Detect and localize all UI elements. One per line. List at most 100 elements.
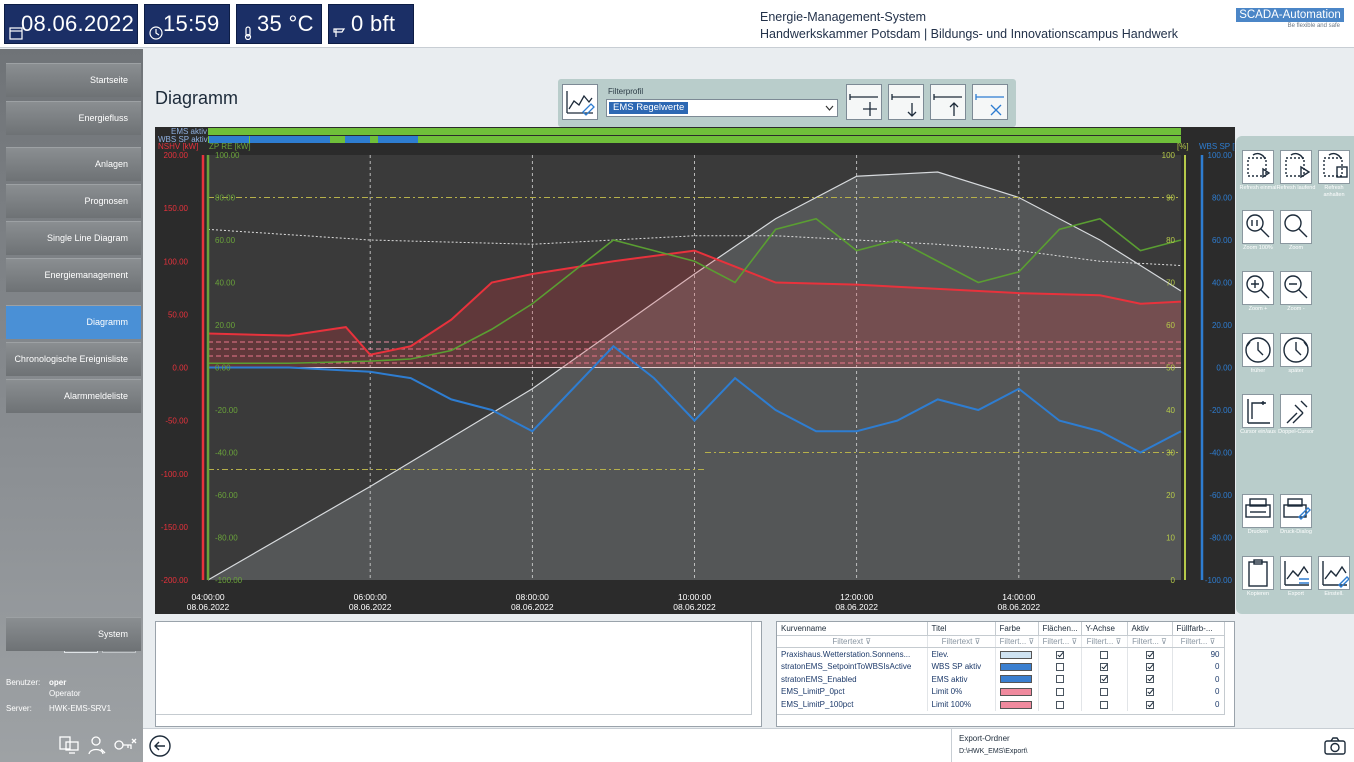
- checkbox[interactable]: [1145, 700, 1154, 709]
- checkbox[interactable]: [1055, 650, 1064, 659]
- sidebar-item-alarmmeldeliste[interactable]: Alarmmeldeliste: [6, 379, 141, 413]
- column-header[interactable]: Titel: [927, 622, 996, 636]
- filter-load-button[interactable]: [930, 84, 966, 120]
- zoom-100-button[interactable]: [1242, 210, 1274, 244]
- settings-button[interactable]: [1318, 556, 1350, 590]
- sidebar-item-system[interactable]: System: [6, 617, 141, 651]
- curve-color[interactable]: [995, 647, 1039, 661]
- color-swatch[interactable]: [999, 650, 1032, 659]
- column-filter[interactable]: Filtert... ⊽: [1038, 635, 1082, 649]
- checkbox[interactable]: [1055, 675, 1064, 684]
- vertical-scrollbar[interactable]: [751, 622, 761, 714]
- color-swatch[interactable]: [999, 700, 1032, 709]
- curve-area-checkbox[interactable]: [1038, 647, 1082, 661]
- checkbox[interactable]: [1100, 700, 1108, 709]
- column-filter[interactable]: Filtert... ⊽: [1172, 635, 1225, 649]
- table-row[interactable]: EMS_LimitP_0pct Limit 0% 0: [777, 685, 1225, 698]
- export-button[interactable]: [1280, 556, 1312, 590]
- filter-icon[interactable]: ⊽: [863, 637, 871, 646]
- sidebar-item-single-line-diagram[interactable]: Single Line Diagram: [6, 221, 141, 255]
- table-row[interactable]: Praxishaus.Wetterstation.Sonnens... Elev.…: [777, 647, 1225, 661]
- color-swatch[interactable]: [999, 662, 1032, 671]
- color-swatch[interactable]: [999, 688, 1032, 697]
- color-swatch[interactable]: [999, 675, 1032, 684]
- column-filter[interactable]: Filtertext ⊽: [927, 635, 996, 649]
- curve-yaxis-checkbox[interactable]: [1081, 685, 1128, 698]
- horizontal-scrollbar[interactable]: [777, 714, 1225, 726]
- earlier-button[interactable]: [1242, 333, 1274, 367]
- zoom-button[interactable]: [1280, 210, 1312, 244]
- curve-active-checkbox[interactable]: [1127, 697, 1173, 711]
- user-icon[interactable]: [86, 734, 108, 756]
- filter-save-button[interactable]: [888, 84, 924, 120]
- sidebar-item-chronologische-ereignisliste[interactable]: Chronologische Ereignisliste: [6, 342, 141, 376]
- sidebar-item-anlagen[interactable]: Anlagen: [6, 147, 141, 181]
- refresh-once-button[interactable]: [1242, 150, 1274, 184]
- column-filter[interactable]: Filtert... ⊽: [995, 635, 1039, 649]
- curve-active-checkbox[interactable]: [1127, 647, 1173, 661]
- table-row[interactable]: stratonEMS_SetpointToWBSIsActive WBS SP a…: [777, 660, 1225, 673]
- cursor-toggle-button[interactable]: [1242, 394, 1274, 428]
- checkbox[interactable]: [1055, 688, 1064, 697]
- filter-delete-button[interactable]: [972, 84, 1008, 120]
- curve-active-checkbox[interactable]: [1127, 672, 1173, 686]
- zoom-out-button[interactable]: [1280, 271, 1312, 305]
- curve-yaxis-checkbox[interactable]: [1081, 647, 1128, 661]
- curve-yaxis-checkbox[interactable]: [1081, 672, 1128, 686]
- print-button[interactable]: [1242, 494, 1274, 528]
- curve-color[interactable]: [995, 660, 1039, 673]
- checkbox[interactable]: [1145, 662, 1154, 671]
- checkbox[interactable]: [1145, 688, 1154, 697]
- column-header[interactable]: Kurvenname: [777, 622, 928, 636]
- filter-icon[interactable]: ⊽: [1207, 637, 1216, 646]
- curve-color[interactable]: [995, 672, 1039, 686]
- refresh-stop-button[interactable]: [1318, 150, 1350, 184]
- column-filter[interactable]: Filtert... ⊽: [1081, 635, 1128, 649]
- curve-yaxis-checkbox[interactable]: [1081, 697, 1128, 711]
- filter-icon[interactable]: ⊽: [972, 637, 981, 646]
- chevron-down-icon[interactable]: [825, 104, 834, 112]
- sidebar-item-prognosen[interactable]: Prognosen: [6, 184, 141, 218]
- curve-color[interactable]: [995, 685, 1039, 698]
- filter-add-button[interactable]: [846, 84, 882, 120]
- curve-area-checkbox[interactable]: [1038, 672, 1082, 686]
- filter-profile-select[interactable]: EMS Regelwerte: [606, 99, 838, 117]
- curve-active-checkbox[interactable]: [1127, 660, 1173, 673]
- column-header[interactable]: Y-Achse: [1081, 622, 1128, 636]
- column-header[interactable]: Farbe: [995, 622, 1039, 636]
- checkbox[interactable]: [1100, 675, 1108, 684]
- column-header[interactable]: Aktiv: [1127, 622, 1173, 636]
- curve-area-checkbox[interactable]: [1038, 660, 1082, 673]
- table-row[interactable]: stratonEMS_Enabled EMS aktiv 0: [777, 672, 1225, 686]
- horizontal-scrollbar[interactable]: [156, 714, 752, 726]
- refresh-running-button[interactable]: [1280, 150, 1312, 184]
- back-arrow-icon[interactable]: [148, 734, 172, 758]
- sidebar-item-diagramm[interactable]: Diagramm: [6, 305, 141, 339]
- curve-area-checkbox[interactable]: [1038, 685, 1082, 698]
- trend-chart-svg[interactable]: EMS aktivWBS SP aktiv04:00:0008.06.20220…: [155, 127, 1235, 614]
- checkbox[interactable]: [1100, 662, 1108, 671]
- curve-area-checkbox[interactable]: [1038, 697, 1082, 711]
- curve-active-checkbox[interactable]: [1127, 685, 1173, 698]
- filter-icon[interactable]: ⊽: [1026, 637, 1034, 646]
- filter-icon[interactable]: ⊽: [1159, 637, 1167, 646]
- double-cursor-button[interactable]: [1280, 394, 1312, 428]
- later-button[interactable]: [1280, 333, 1312, 367]
- checkbox[interactable]: [1055, 700, 1064, 709]
- sidebar-item-energiefluss[interactable]: Energiefluss: [6, 101, 141, 135]
- trend-chart[interactable]: EMS aktiv WBS SP aktiv 04:00:00 08.06.2022 0…: [155, 127, 1235, 614]
- terminal-icon[interactable]: [58, 734, 80, 756]
- filter-icon[interactable]: ⊽: [1113, 637, 1122, 646]
- camera-icon[interactable]: [1324, 737, 1346, 755]
- checkbox[interactable]: [1055, 662, 1064, 671]
- table-row[interactable]: EMS_LimitP_100pct Limit 100% 0: [777, 697, 1225, 711]
- chart-profile-icon[interactable]: [562, 84, 598, 120]
- column-filter[interactable]: Filtertext ⊽: [777, 635, 928, 649]
- checkbox[interactable]: [1145, 675, 1154, 684]
- column-filter[interactable]: Filtert... ⊽: [1127, 635, 1173, 649]
- checkbox[interactable]: [1100, 650, 1108, 659]
- curve-color[interactable]: [995, 697, 1039, 711]
- logout-key-icon[interactable]: [113, 734, 137, 756]
- zoom-in-button[interactable]: [1242, 271, 1274, 305]
- copy-button[interactable]: [1242, 556, 1274, 590]
